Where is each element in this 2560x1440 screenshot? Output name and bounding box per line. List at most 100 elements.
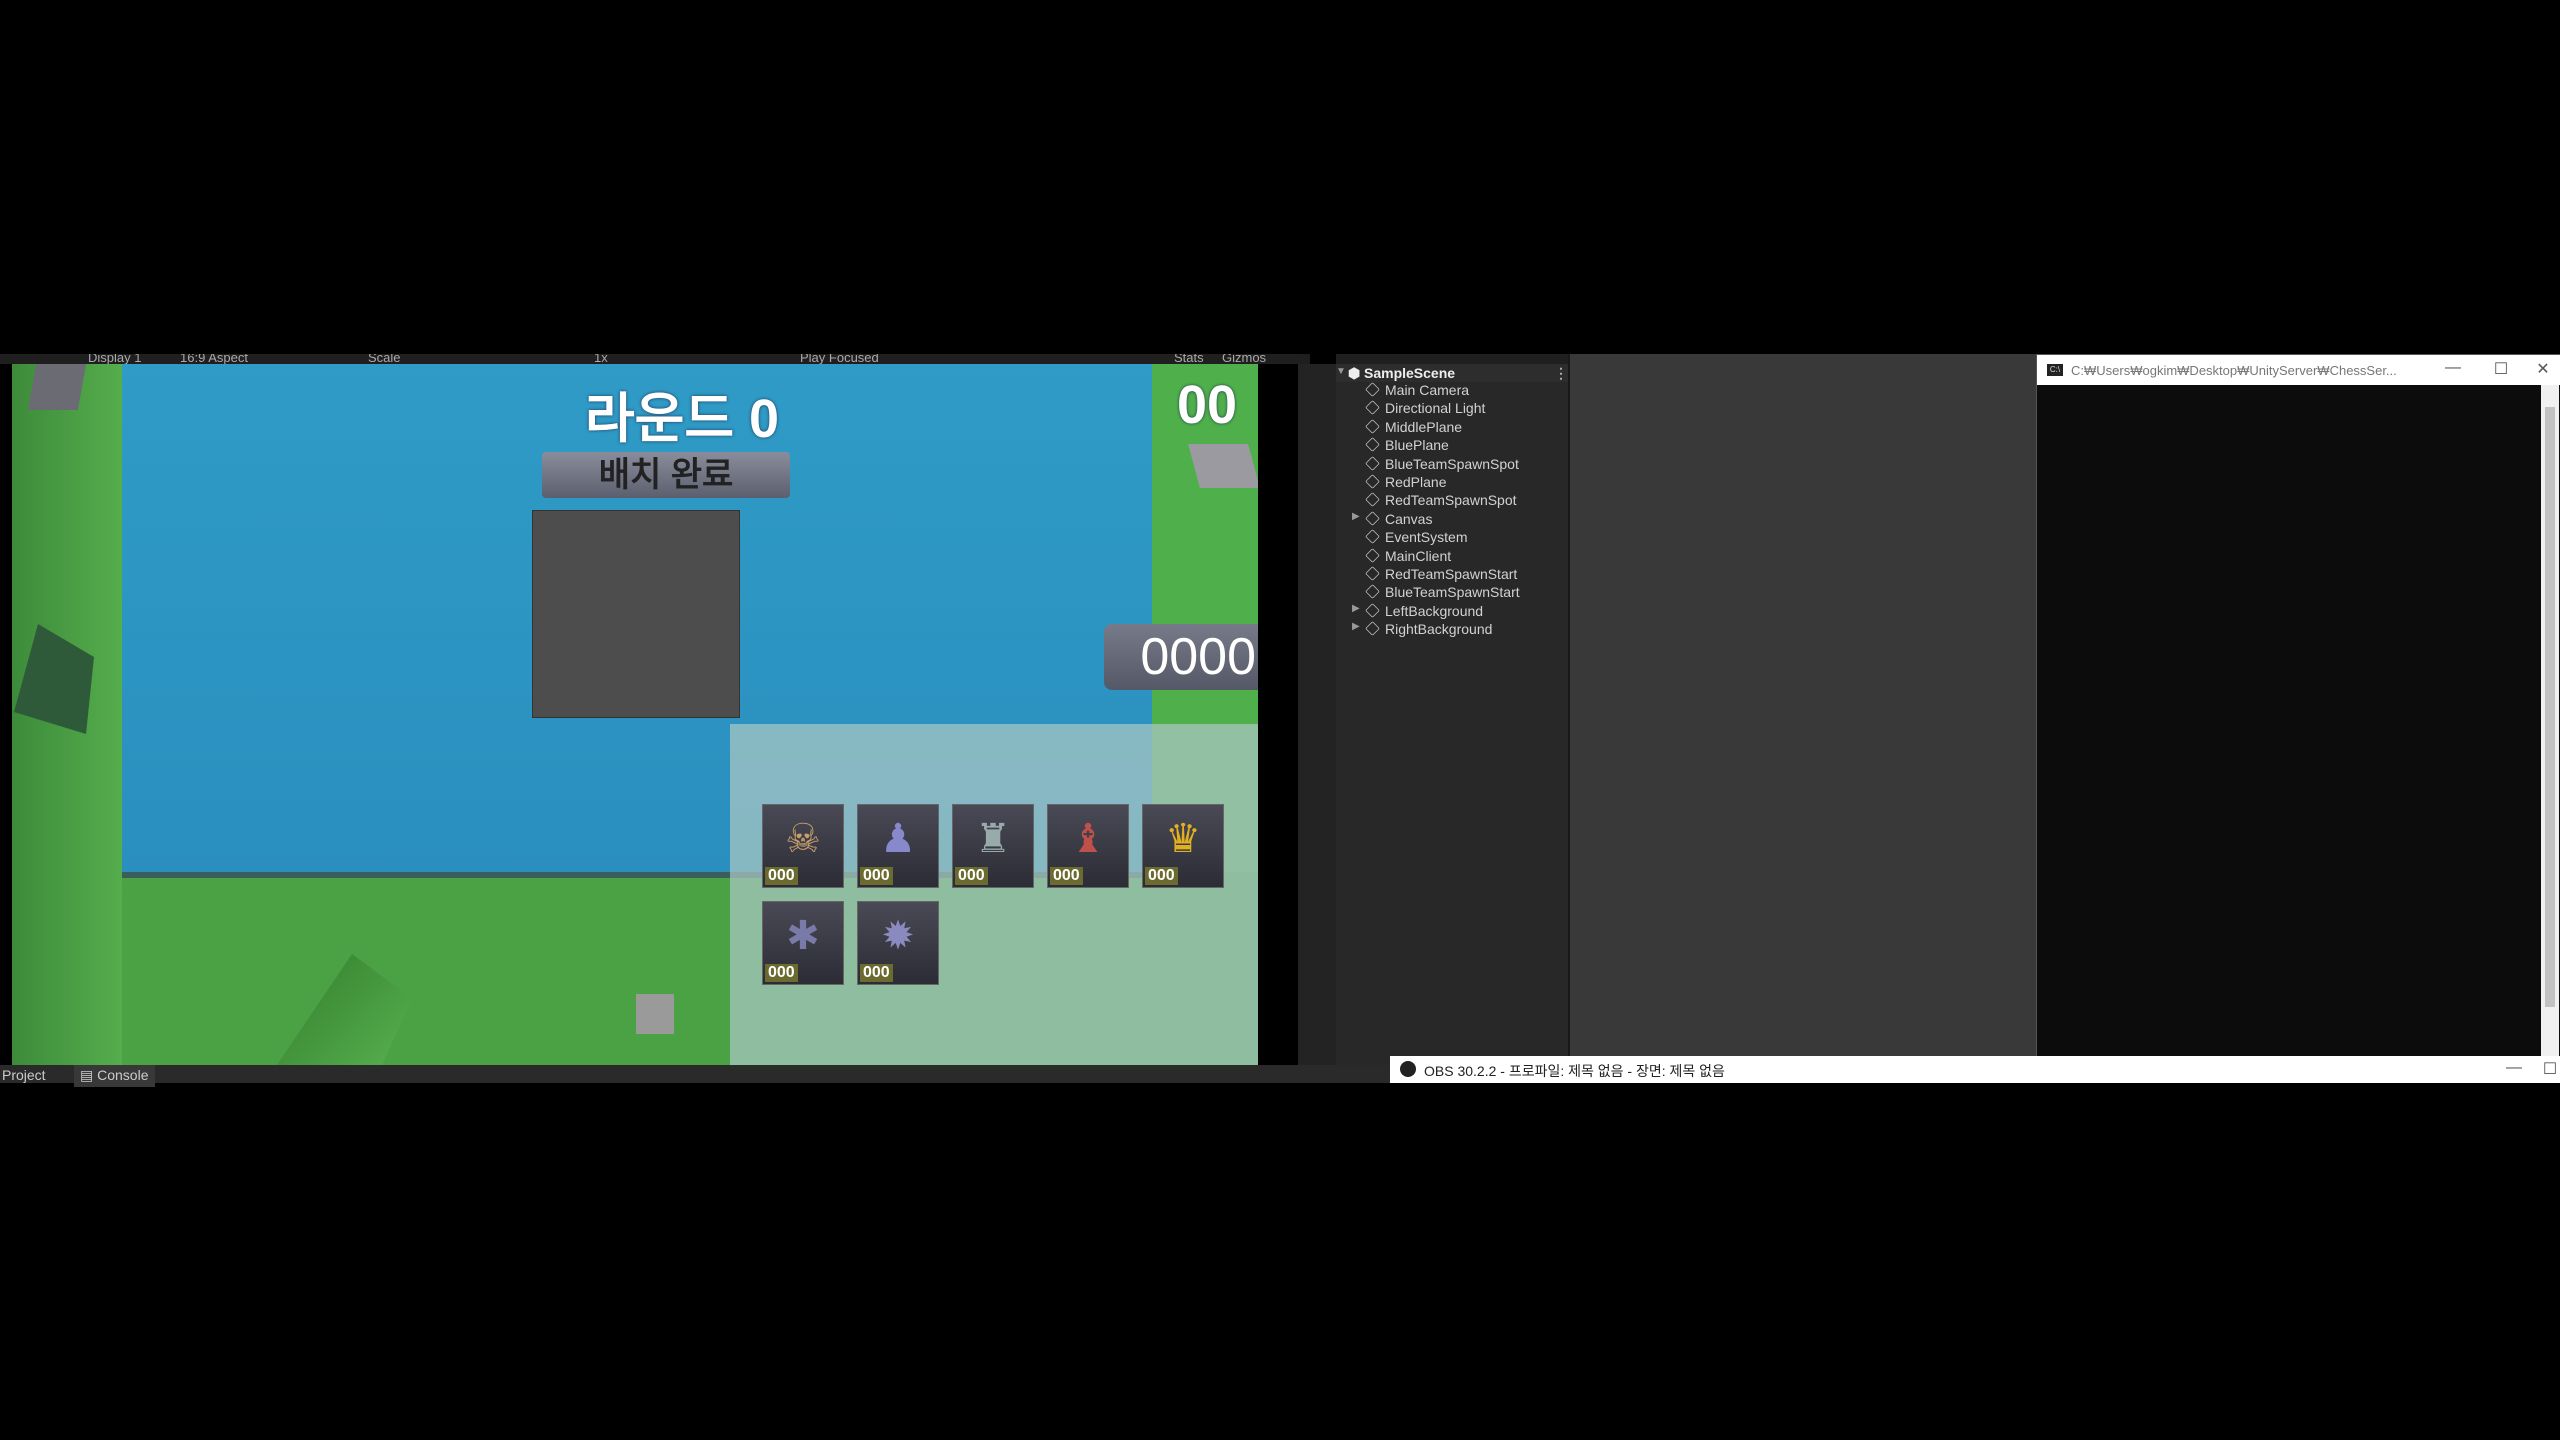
gameobject-icon (1365, 492, 1380, 508)
tab-console[interactable]: ▤ Console (74, 1065, 155, 1087)
unit-card[interactable]: ♜ 000 (952, 804, 1034, 888)
scale-label[interactable]: Scale (368, 354, 401, 364)
hierarchy-item-label: MainClient (1385, 547, 1452, 564)
hierarchy-item[interactable]: EventSystem (1365, 529, 1468, 547)
gameobject-icon (1365, 382, 1380, 397)
bottom-tab-bar: Project ▤ Console (0, 1065, 1390, 1087)
expand-arrow-icon[interactable]: ▶ (1352, 603, 1360, 614)
hierarchy-item[interactable]: MainClient (1365, 547, 1452, 566)
hierarchy-item[interactable]: RedTeamSpawnStart (1365, 566, 1518, 584)
spiked-orb-icon: ✹ (881, 914, 915, 958)
hierarchy-item[interactable]: MiddlePlane (1365, 418, 1463, 437)
collapse-arrow-icon[interactable]: ▼ (1336, 366, 1346, 377)
gameobject-icon (1365, 455, 1380, 471)
hierarchy-item[interactable]: Directional Light (1365, 400, 1486, 418)
hierarchy-item[interactable]: ▶ RightBackground (1352, 621, 1493, 639)
unit-count: 000 (860, 867, 893, 885)
hierarchy-item-label: MiddlePlane (1385, 418, 1463, 435)
console-scrollbar[interactable] (2541, 385, 2559, 1057)
expand-arrow-icon[interactable]: ▶ (1352, 511, 1360, 522)
hierarchy-item-label: EventSystem (1385, 529, 1468, 546)
obs-icon (1400, 1061, 1416, 1077)
kebab-menu-icon[interactable]: ⋮ (1554, 365, 1568, 382)
unity-scene-icon: ⬢ (1348, 365, 1361, 381)
unit-card[interactable]: ♝ 000 (1047, 804, 1129, 888)
aspect-dropdown[interactable]: 16:9 Aspect (180, 354, 248, 364)
spider-icon: ✱ (786, 914, 820, 958)
round-title: 라운드 0 (584, 389, 780, 449)
display-dropdown[interactable]: Display 1 (88, 354, 141, 364)
round-timer: 00 (1176, 375, 1238, 435)
unit-preview-panel (532, 510, 740, 718)
armored-knight-icon: ♜ (975, 817, 1011, 861)
maximize-button[interactable]: ☐ (2487, 359, 2515, 379)
hierarchy-item[interactable]: BluePlane (1365, 437, 1449, 455)
console-window: C:\ C:₩Users₩ogkim₩Desktop₩UnityServer₩C… (2036, 354, 2560, 1058)
gameobject-icon (1365, 566, 1380, 581)
gold-value: 0000 (1140, 628, 1256, 686)
scene-name: SampleScene (1364, 365, 1456, 381)
obs-title: OBS 30.2.2 - 프로파일: 제목 없음 - 장면: 제목 없음 (1424, 1063, 1725, 1079)
placement-complete-button[interactable]: 배치 완료 (542, 452, 790, 498)
close-button[interactable]: ✕ (2529, 359, 2557, 379)
tree-decoration (277, 954, 412, 1065)
hierarchy-item[interactable]: BlueTeamSpawnStart (1365, 584, 1520, 602)
hierarchy-item-label: BluePlane (1385, 437, 1449, 454)
scene-row[interactable]: ▼ ⬢ SampleScene ⋮ (1336, 364, 1568, 382)
unit-count: 000 (765, 867, 798, 885)
hierarchy-panel: ▼ ⬢ SampleScene ⋮ Main Camera Directional… (1336, 354, 1570, 1065)
gameobject-icon (1365, 529, 1380, 545)
hierarchy-toolbar (1336, 354, 1568, 364)
hierarchy-item-label: LeftBackground (1385, 602, 1484, 619)
obs-window-titlebar[interactable]: OBS 30.2.2 - 프로파일: 제목 없음 - 장면: 제목 없음 — ☐ (1390, 1056, 2560, 1083)
gameobject-icon (1365, 437, 1380, 453)
tab-console-label: Console (97, 1067, 149, 1083)
hierarchy-item-label: Canvas (1385, 510, 1433, 527)
unit-card[interactable]: ♟ 000 (857, 804, 939, 888)
hierarchy-item-label: BlueTeamSpawnStart (1385, 584, 1520, 601)
hierarchy-item-label: Directional Light (1385, 400, 1486, 417)
hierarchy-item[interactable]: Main Camera (1365, 382, 1469, 400)
hierarchy-gutter (1298, 364, 1336, 1065)
gameobject-icon (1365, 621, 1380, 637)
unit-card[interactable]: ✹ 000 (857, 901, 939, 985)
unit-card[interactable]: ♛ 000 (1142, 804, 1224, 888)
game-view[interactable]: 라운드 0 00 배치 완료 0000 ☠ 000 ♟ 000 ♜ 000 ♝ … (12, 364, 1258, 1065)
inspector-panel (1570, 354, 2036, 1065)
gameobject-icon (1365, 474, 1380, 489)
hierarchy-item[interactable]: ▶ LeftBackground (1352, 602, 1484, 621)
yellow-creature-icon: ♛ (1165, 817, 1201, 861)
unit-shop-panel: ☠ 000 ♟ 000 ♜ 000 ♝ 000 ♛ 000 ✱ 000 ✹ 00… (730, 724, 1258, 1065)
gameobject-icon (1365, 547, 1380, 563)
hierarchy-item[interactable]: RedTeamSpawnSpot (1365, 492, 1517, 510)
game-view-toolbar: Display 1 16:9 Aspect Scale 1x Play Focu… (0, 354, 1298, 364)
play-focused-dropdown[interactable]: Play Focused (800, 354, 879, 364)
skeleton-warrior-icon: ☠ (785, 817, 821, 861)
dark-archer-icon: ♝ (1070, 817, 1106, 861)
hierarchy-item-label: RedTeamSpawnStart (1385, 566, 1518, 582)
stats-button[interactable]: Stats (1174, 354, 1204, 364)
console-title: C:₩Users₩ogkim₩Desktop₩UnityServer₩Chess… (2071, 363, 2397, 378)
unit-card[interactable]: ☠ 000 (762, 804, 844, 888)
unit-card[interactable]: ✱ 000 (762, 901, 844, 985)
hierarchy-item-label: RedPlane (1385, 474, 1447, 490)
hierarchy-item[interactable]: RedPlane (1365, 474, 1447, 492)
gameobject-icon (1365, 400, 1380, 416)
maximize-button[interactable]: ☐ (2536, 1059, 2560, 1079)
hierarchy-item-label: RedTeamSpawnSpot (1385, 492, 1517, 509)
terminal-icon: C:\ (2047, 364, 2063, 376)
gizmos-button[interactable]: Gizmos (1222, 354, 1266, 364)
hierarchy-item[interactable]: ▶ Canvas (1352, 510, 1433, 529)
hierarchy-item-label: RightBackground (1385, 621, 1493, 638)
tab-project[interactable]: Project (2, 1067, 46, 1083)
hierarchy-item[interactable]: BlueTeamSpawnSpot (1365, 455, 1519, 474)
scale-value: 1x (594, 354, 608, 364)
gold-panel: 0000 (1104, 624, 1258, 690)
unit-count: 000 (860, 964, 893, 982)
minimize-button[interactable]: — (2500, 1059, 2528, 1077)
scrollbar-thumb[interactable] (2545, 407, 2555, 1007)
console-titlebar[interactable]: C:\ C:₩Users₩ogkim₩Desktop₩UnityServer₩C… (2037, 355, 2560, 385)
expand-arrow-icon[interactable]: ▶ (1352, 621, 1360, 632)
console-icon: ▤ (80, 1067, 94, 1083)
minimize-button[interactable]: — (2439, 359, 2467, 377)
